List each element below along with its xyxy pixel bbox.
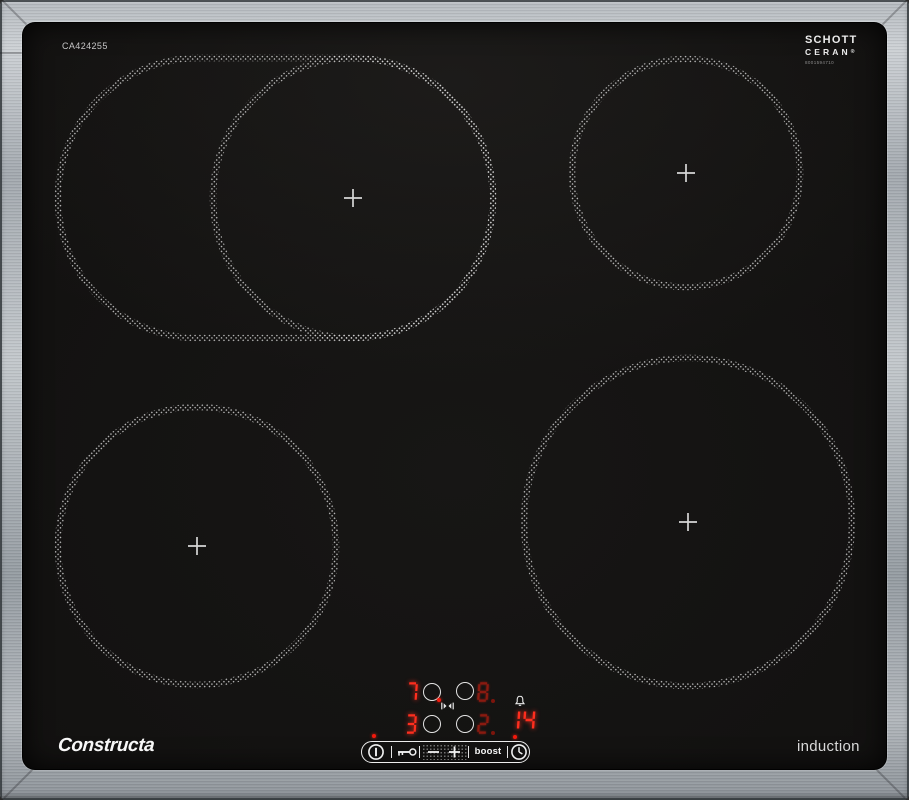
touch-key-front-right-zone[interactable]: [456, 715, 474, 733]
power-icon[interactable]: [367, 743, 385, 761]
frame-corner-seam: [876, 769, 905, 798]
clock-icon[interactable]: [510, 743, 528, 761]
display-rear-right-level: [475, 682, 490, 702]
frame-joint-seam: [0, 52, 22, 54]
zone-center-cross: [188, 537, 206, 555]
glass-serial-number: 8001594710: [805, 61, 857, 66]
bell-icon: [514, 695, 526, 708]
strip-divider: [507, 746, 508, 758]
strip-divider: [419, 746, 420, 758]
glass-brand-line2: CERAN: [805, 47, 851, 57]
display-timer-minutes: [507, 709, 535, 731]
bridge-zones-icon: [441, 702, 454, 710]
decimal-dot-front-right: [491, 731, 495, 735]
timer-indicator-dot: [513, 735, 517, 739]
frame-corner-seam: [3, 769, 32, 798]
registered-mark: ®: [851, 49, 855, 55]
power-indicator-dot: [372, 734, 376, 738]
zone-center-cross: [677, 164, 695, 182]
zone-center-cross: [344, 189, 362, 207]
type-label: induction: [797, 738, 860, 755]
touch-key-front-left-zone[interactable]: [423, 715, 441, 733]
control-key-strip: boost: [361, 741, 530, 763]
boost-key[interactable]: boost: [471, 746, 505, 757]
model-code: CA424255: [62, 41, 108, 51]
display-rear-left-level: [404, 682, 419, 702]
power-level-slider[interactable]: [422, 744, 467, 760]
ceramic-glass-surface: CA424255 SCHOTT CERAN® 8001594710: [22, 22, 887, 770]
brand-logo: Constructa: [57, 735, 155, 757]
display-front-right-level: [475, 714, 490, 734]
induction-cooktop: CA424255 SCHOTT CERAN® 8001594710: [0, 0, 909, 800]
zone-center-cross: [679, 513, 697, 531]
cooking-zone-flex-left-stadium: [58, 58, 493, 338]
touch-key-rear-right-zone[interactable]: [456, 682, 474, 700]
glass-brand-line1: SCHOTT: [805, 35, 857, 46]
decimal-dot-rear-right: [491, 699, 495, 703]
display-front-left-level: [403, 714, 418, 734]
strip-divider: [391, 746, 392, 758]
glass-brand-logo: SCHOTT CERAN® 8001594710: [805, 35, 857, 66]
key-icon[interactable]: [395, 746, 418, 759]
strip-divider: [468, 746, 469, 758]
cooking-zones-layer: [22, 22, 887, 770]
